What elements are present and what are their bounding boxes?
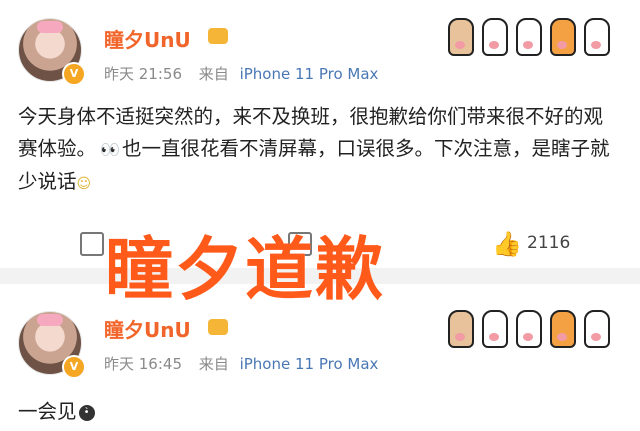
cat-paw-icon (584, 18, 610, 56)
source-label: 来自 (198, 65, 229, 83)
cat-paw-decoration (448, 310, 610, 348)
cat-paw-icon (550, 310, 576, 348)
emoji-icon: •̀ (78, 404, 95, 421)
cat-paw-icon (448, 310, 474, 348)
cat-paw-icon (516, 18, 542, 56)
cat-paw-icon (482, 18, 508, 56)
username[interactable]: 瞳夕UnU (104, 314, 191, 343)
emoji-icon: ☺ (76, 176, 92, 192)
overlay-title: 瞳夕道歉 (105, 231, 386, 310)
post-body: 一会见 •̀ (18, 395, 95, 424)
eyes-emoji: 👀 (100, 140, 120, 159)
cat-paw-icon (584, 310, 610, 348)
cat-paw-icon (550, 18, 576, 56)
post-time: 昨天 21:56 (104, 65, 182, 83)
verified-badge-icon: V (62, 62, 86, 86)
vip-icon (208, 28, 228, 44)
verified-badge-icon: V (62, 355, 86, 379)
post-text: 一会见 (18, 400, 77, 423)
source-device[interactable]: iPhone 11 Pro Max (240, 355, 379, 373)
cat-paw-decoration (448, 18, 610, 56)
cat-paw-icon (448, 18, 474, 56)
post-time: 昨天 16:45 (104, 355, 182, 373)
source-label: 来自 (198, 355, 229, 373)
post-body: 今天身体不适挺突然的，来不及换班，很抱歉给你们带来很不好的观赛体验。 👀 也一直很花… (18, 101, 618, 200)
cat-paw-icon (516, 310, 542, 348)
username[interactable]: 瞳夕UnU (104, 24, 191, 53)
post-meta: 昨天 16:45 来自 iPhone 11 Pro Max (104, 353, 378, 374)
cat-paw-icon (482, 310, 508, 348)
share-icon[interactable] (80, 232, 104, 256)
vip-icon (208, 319, 228, 335)
like-icon[interactable]: 👍 (492, 230, 522, 258)
source-device[interactable]: iPhone 11 Pro Max (240, 65, 379, 83)
like-count: 2116 (527, 233, 571, 253)
post-meta: 昨天 21:56 来自 iPhone 11 Pro Max (104, 63, 378, 84)
